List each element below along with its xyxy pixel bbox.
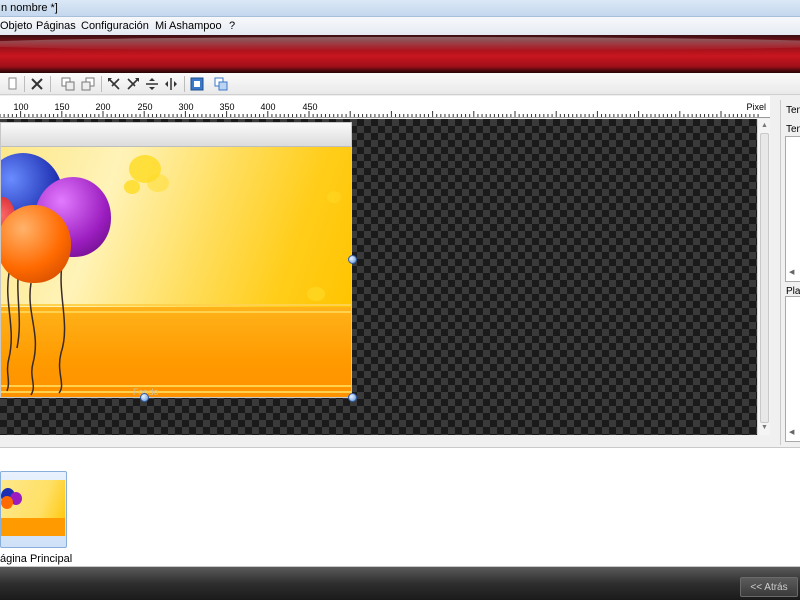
toolbar: [0, 73, 800, 95]
menu-help[interactable]: ?: [229, 20, 235, 32]
copy-page-icon[interactable]: [4, 76, 20, 92]
page-thumbnail-label: ágina Principal: [0, 553, 73, 565]
align-left-icon[interactable]: [106, 76, 122, 92]
align-right-icon[interactable]: [125, 76, 141, 92]
title-bar: n nombre *]: [0, 0, 800, 17]
canvas-vertical-scrollbar[interactable]: ▲ ▼: [757, 119, 770, 435]
plans-list[interactable]: [785, 296, 800, 442]
horizontal-ruler: 100 150 200 250 300 350 400 450 Pixel: [0, 96, 770, 118]
toolbar-separator: [50, 76, 51, 92]
window-title: n nombre *]: [1, 2, 58, 14]
design-canvas[interactable]: Fondo: [0, 119, 757, 435]
center-vertical-icon[interactable]: [144, 76, 160, 92]
templates-list[interactable]: [785, 136, 800, 282]
duplicate-alt-icon[interactable]: [80, 76, 96, 92]
background-object[interactable]: Fondo: [0, 122, 352, 398]
resize-handle-right[interactable]: [348, 255, 357, 264]
scroll-up-icon[interactable]: ▲: [760, 121, 769, 131]
page-thumbnail-image: [1, 480, 65, 536]
toolbar-separator: [101, 76, 102, 92]
delete-icon[interactable]: [29, 76, 45, 92]
resize-handle-corner[interactable]: [348, 393, 357, 402]
page-thumbnail[interactable]: [0, 471, 67, 548]
menu-bar: Objeto Páginas Configuración Mi Ashampoo…: [0, 17, 800, 35]
scrollbar-thumb[interactable]: [760, 133, 769, 423]
resize-handle-bottom[interactable]: [140, 393, 149, 402]
menu-paginas[interactable]: Páginas: [36, 20, 76, 32]
scroll-left-icon[interactable]: ◀: [789, 428, 794, 436]
footer-bar: << Atrás: [0, 567, 800, 600]
menu-configuracion[interactable]: Configuración: [81, 20, 149, 32]
panel-section-sublabel: Tem: [786, 124, 800, 135]
scroll-left-icon[interactable]: ◀: [789, 268, 794, 276]
panel-section-label: Tem: [786, 105, 800, 116]
bring-front-icon[interactable]: [189, 76, 205, 92]
scroll-down-icon[interactable]: ▼: [760, 423, 769, 433]
send-back-icon[interactable]: [213, 76, 229, 92]
right-panel: Tem Tem ◀ Plan ◀: [780, 100, 800, 445]
back-button[interactable]: << Atrás: [740, 577, 798, 597]
menu-mi-ashampoo[interactable]: Mi Ashampoo: [155, 20, 222, 32]
banner-gloss: [0, 37, 800, 51]
app-banner: [0, 35, 800, 73]
pages-strip: ágina Principal: [0, 447, 800, 567]
toolbar-separator: [24, 76, 25, 92]
ruler-ticks: [0, 111, 759, 117]
menu-objeto[interactable]: Objeto: [0, 20, 32, 32]
duplicate-icon[interactable]: [60, 76, 76, 92]
balloon-orange: [1, 205, 71, 283]
center-horizontal-icon[interactable]: [163, 76, 179, 92]
toolbar-separator: [184, 76, 185, 92]
